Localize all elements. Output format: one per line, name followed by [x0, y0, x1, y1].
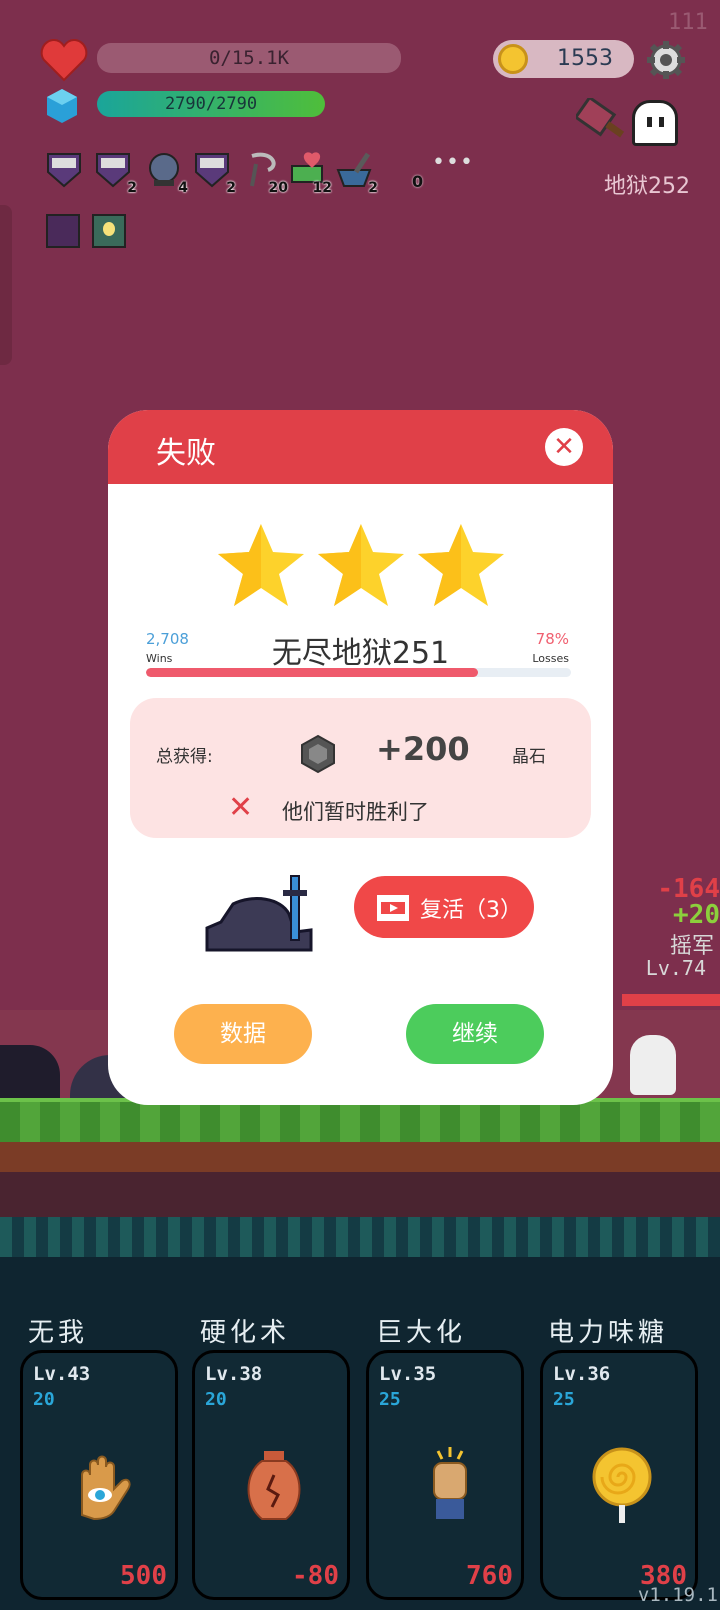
skill-level: Lv.36 [553, 1363, 611, 1385]
skeleton-enemy [630, 1035, 676, 1095]
star-icon [418, 524, 504, 606]
item-count: 20 [268, 180, 288, 196]
dialog-title: 失败 [156, 436, 216, 471]
cracked-vase-icon [247, 1451, 301, 1520]
skill-card-gigantify[interactable]: Lv.35 25 760 [366, 1350, 524, 1600]
skill-value: 20 [205, 1389, 227, 1410]
scroll-icon[interactable] [46, 150, 82, 190]
scroll-icon[interactable]: 2 [95, 150, 137, 196]
losses-label: Losses [532, 652, 569, 665]
water-surface [0, 1217, 720, 1257]
coin-amount: 1553 [557, 46, 613, 71]
level-label: 地狱252 [604, 174, 690, 199]
star-icon [318, 524, 404, 606]
close-button[interactable]: ✕ [545, 428, 583, 466]
skill-name: 无我 [28, 1318, 89, 1348]
skill-value: 20 [33, 1389, 55, 1410]
gain-text: +20 [673, 900, 720, 930]
defeat-dialog: 失败 ✕ 2,708 Wins 无尽地狱251 78% Losses 总获得: [108, 410, 613, 1105]
dark-rock [0, 1045, 60, 1103]
game-scene: 0/15.1K 2790/2790 111 1553 地狱252 2 4 2 2… [0, 0, 720, 1610]
scroll-icon[interactable]: 2 [194, 150, 236, 196]
coin-icon [498, 44, 528, 74]
wins-label: Wins [146, 652, 173, 665]
skill-value: 25 [379, 1389, 401, 1410]
skill-level: Lv.35 [379, 1363, 437, 1385]
item-count: 2 [127, 180, 137, 196]
item-count: 2 [368, 180, 378, 196]
reward-unit: 晶石 [512, 747, 546, 767]
defeat-message: 他们暂时胜利了 [282, 800, 429, 824]
mortar-icon[interactable]: 2 [336, 150, 378, 196]
gravestone-icon [205, 875, 313, 952]
enemy-health-bar [622, 994, 720, 1006]
reward-label: 总获得: [156, 747, 213, 767]
skill-name: 硬化术 [200, 1318, 291, 1348]
gear-icon[interactable] [646, 40, 686, 80]
hp-bar: 0/15.1K [97, 43, 401, 73]
item-count: 12 [312, 180, 332, 196]
video-ad-icon [377, 895, 409, 921]
revive-label: 复活（3） [420, 898, 522, 923]
sickle-icon[interactable]: 20 [246, 150, 288, 196]
continue-button[interactable]: 继续 [406, 1004, 544, 1064]
skill-cost: 760 [466, 1561, 513, 1591]
reward-panel: 总获得: +200 晶石 ✕ 他们暂时胜利了 [130, 698, 591, 838]
heart-icon [40, 38, 88, 82]
skill-card-hardening[interactable]: Lv.38 20 -80 [192, 1350, 350, 1600]
version-label: v1.19.1 [637, 1584, 718, 1606]
item-count: 2 [226, 180, 236, 196]
skill-name: 巨大化 [376, 1318, 467, 1348]
enemy-level: Lv.74 [645, 956, 706, 980]
stage-name: 无尽地狱251 [271, 636, 450, 671]
stats-button[interactable]: 数据 [174, 1004, 312, 1064]
crystal-icon [301, 734, 335, 774]
side-drawer-tab[interactable] [0, 205, 12, 365]
top-counter: 111 [668, 10, 708, 35]
skill-level: Lv.43 [33, 1363, 91, 1385]
win-loss-progress [146, 668, 571, 677]
crystal-ball-icon[interactable]: 4 [146, 150, 188, 196]
star-icon [218, 524, 304, 606]
eye-hand-icon [81, 1455, 131, 1521]
dirt-layer [0, 1142, 720, 1172]
skill-value: 25 [553, 1389, 575, 1410]
item-count: 4 [178, 180, 188, 196]
progress-fill [146, 668, 478, 677]
demon-buff-icon [46, 214, 80, 248]
item-count-zero: 0 [412, 172, 424, 191]
skill-name: 电力味糖 [548, 1318, 669, 1348]
lightbulb-buff-icon [92, 214, 126, 248]
dark-soil-layer [0, 1172, 720, 1217]
revive-button[interactable]: 复活（3） [354, 876, 534, 938]
ghost-icon[interactable] [632, 100, 678, 146]
mana-bar: 2790/2790 [97, 91, 325, 117]
cleaver-icon[interactable] [576, 98, 626, 144]
fist-icon [433, 1447, 467, 1519]
grass-ground [0, 1102, 720, 1142]
losses-value: 78% [535, 630, 569, 648]
lollipop-icon [592, 1447, 652, 1523]
more-items-icon[interactable]: ••• [432, 150, 474, 175]
cross-icon: ✕ [228, 790, 254, 825]
reward-amount: +200 [376, 730, 470, 768]
skill-cost: 500 [120, 1561, 167, 1591]
skill-cost: -80 [292, 1561, 339, 1591]
wins-value: 2,708 [146, 630, 189, 648]
mana-gem-icon [47, 89, 77, 123]
skill-card-electric-candy[interactable]: Lv.36 25 380 [540, 1350, 698, 1600]
heart-money-icon[interactable]: 12 [290, 150, 332, 196]
skill-level: Lv.38 [205, 1363, 263, 1385]
skill-card-wuwo[interactable]: Lv.43 20 500 [20, 1350, 178, 1600]
